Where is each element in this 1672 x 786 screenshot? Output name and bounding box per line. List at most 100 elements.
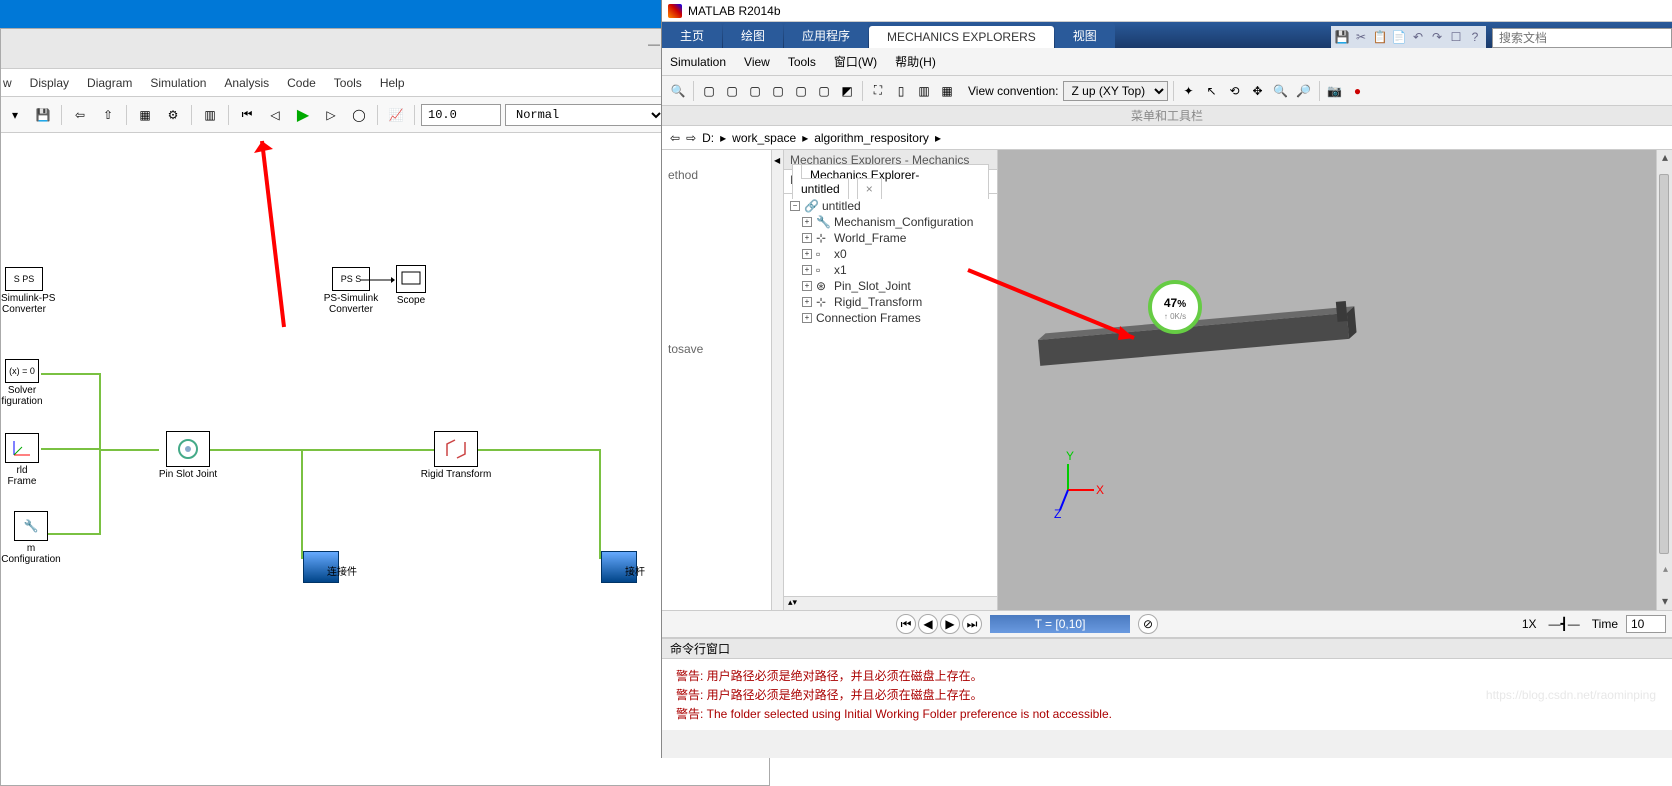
crumb-segment[interactable]: D: (702, 131, 714, 145)
block-subsystem-2[interactable]: 接杆 (579, 551, 659, 583)
tree-item[interactable]: +▫x1 (788, 262, 993, 278)
crumb-segment[interactable]: algorithm_respository (814, 131, 929, 145)
block-solver-config[interactable]: (x) = 0 Solver figuration (1, 359, 43, 407)
zoom-out-icon[interactable]: 🔎 (1294, 81, 1314, 101)
rotate-icon[interactable]: ⟲ (1225, 81, 1245, 101)
open-icon[interactable]: ▾ (3, 103, 27, 127)
scroll-down-icon[interactable]: ▾ (1657, 594, 1672, 610)
camera-icon[interactable]: 📷 (1325, 81, 1345, 101)
gear-icon[interactable]: ⚙ (161, 103, 185, 127)
time-input[interactable] (1626, 615, 1666, 633)
tree-item[interactable]: +⊛Pin_Slot_Joint (788, 278, 993, 294)
paste-icon[interactable]: 📄 (1391, 29, 1407, 45)
view-right-icon[interactable]: ▢ (814, 81, 834, 101)
view-front-icon[interactable]: ▢ (699, 81, 719, 101)
time-slider[interactable]: T = [0,10] (990, 615, 1130, 633)
menu-item[interactable]: View (744, 55, 770, 69)
stop-icon[interactable]: ◯ (347, 103, 371, 127)
tree-item[interactable]: +Connection Frames (788, 310, 993, 326)
zoom-in-icon[interactable]: 🔍 (1271, 81, 1291, 101)
menu-item[interactable]: Tools (788, 55, 816, 69)
menu-item[interactable]: Simulation (150, 76, 206, 90)
save-icon[interactable]: 💾 (31, 103, 55, 127)
block-scope[interactable]: Scope (391, 265, 431, 306)
view-convention-select[interactable]: Z up (XY Top) (1063, 81, 1168, 101)
menu-item[interactable]: 窗口(W) (834, 53, 877, 70)
view-left-icon[interactable]: ▢ (791, 81, 811, 101)
close-tab-icon[interactable]: × (857, 178, 882, 199)
view-iso-icon[interactable]: ◩ (837, 81, 857, 101)
tile1-icon[interactable]: ▯ (891, 81, 911, 101)
redo-icon[interactable]: ↷ (1429, 29, 1445, 45)
menu-item[interactable]: Help (380, 76, 405, 90)
menu-item[interactable]: Display (30, 76, 69, 90)
block-pin-slot-joint[interactable]: Pin Slot Joint (153, 431, 223, 480)
block-simulink-ps-converter[interactable]: S PS Simulink-PS Converter (1, 267, 47, 315)
help-icon[interactable]: ? (1467, 29, 1483, 45)
vertical-scrollbar[interactable]: ▴ ▾ (1656, 150, 1672, 610)
undo-icon[interactable]: ↶ (1410, 29, 1426, 45)
cut-icon[interactable]: ✂ (1353, 29, 1369, 45)
tab-view[interactable]: 视图 (1055, 23, 1115, 48)
crumb-segment[interactable]: work_space (732, 131, 796, 145)
record-icon[interactable]: ● (1348, 81, 1368, 101)
panel-divider[interactable]: ◀ (772, 150, 784, 610)
tree-item[interactable]: +⊹Rigid_Transform (788, 294, 993, 310)
3d-viewer[interactable]: Y X Z 47% ↑ 0K/s ▴ ▾ (998, 150, 1672, 610)
tree-item[interactable]: +🔧Mechanism_Configuration (788, 214, 993, 230)
menu-item[interactable]: Tools (334, 76, 362, 90)
loop-icon[interactable]: ⊘ (1138, 614, 1158, 634)
simulink-titlebar[interactable]: — ☐ ✕ (1, 29, 769, 69)
tree-footer[interactable]: ▴▾ (784, 596, 997, 610)
view-top-icon[interactable]: ▢ (745, 81, 765, 101)
menu-item[interactable]: Code (287, 76, 316, 90)
tree-item-root[interactable]: −🔗untitled (788, 198, 993, 214)
block-rigid-transform[interactable]: Rigid Transform (411, 431, 501, 480)
up-icon[interactable]: ⇧ (96, 103, 120, 127)
tab-home[interactable]: 主页 (662, 23, 722, 48)
fit-icon[interactable]: ⛶ (868, 81, 888, 101)
tab-plots[interactable]: 绘图 (723, 23, 783, 48)
scroll-up-arrow-icon[interactable]: ▴ (1663, 564, 1668, 575)
tree-item[interactable]: +⊹World_Frame (788, 230, 993, 246)
sim-mode-select[interactable]: Normal (505, 104, 665, 126)
tree-tab[interactable]: Mechanics Explorer-untitled× (792, 164, 989, 199)
cursor-icon[interactable]: ↖ (1202, 81, 1222, 101)
save-icon[interactable]: 💾 (1334, 29, 1350, 45)
stop-time-input[interactable] (421, 104, 501, 126)
view-back-icon[interactable]: ▢ (722, 81, 742, 101)
folder-fwd-icon[interactable]: ⇨ (686, 131, 696, 145)
tree-item[interactable]: +▫x0 (788, 246, 993, 262)
menu-item[interactable]: Diagram (87, 76, 132, 90)
expand-icon[interactable]: ◀ (774, 156, 780, 165)
zoom-icon[interactable]: 🔍 (668, 81, 688, 101)
block-world-frame[interactable]: rld Frame (1, 433, 43, 487)
search-docs-input[interactable] (1492, 28, 1672, 48)
copy-icon[interactable]: 📋 (1372, 29, 1388, 45)
scroll-thumb[interactable] (1659, 174, 1669, 554)
block-ps-simulink-converter[interactable]: PS S PS-Simulink Converter (321, 267, 381, 315)
menu-item[interactable]: Analysis (224, 76, 269, 90)
tile4-icon[interactable]: ▦ (937, 81, 957, 101)
explorer-icon[interactable]: ▥ (198, 103, 222, 127)
block-subsystem-1[interactable]: 连接件 (281, 551, 361, 583)
run-button[interactable]: ▶ (291, 103, 315, 127)
tree-list[interactable]: −🔗untitled +🔧Mechanism_Configuration +⊹W… (784, 194, 997, 330)
breadcrumb[interactable]: ⇦ ⇨ D: ▸ work_space ▸ algorithm_resposit… (662, 126, 1672, 150)
step-fwd-icon[interactable]: ⏭ (962, 614, 982, 634)
frames-icon[interactable]: ✦ (1179, 81, 1199, 101)
library-icon[interactable]: ▦ (133, 103, 157, 127)
window-icon[interactable]: ☐ (1448, 29, 1464, 45)
tab-mechanics-explorers[interactable]: MECHANICS EXPLORERS (869, 26, 1054, 48)
matlab-titlebar[interactable]: MATLAB R2014b (662, 0, 1672, 22)
tile2-icon[interactable]: ▥ (914, 81, 934, 101)
back-icon[interactable]: ⇦ (68, 103, 92, 127)
menu-item[interactable]: 帮助(H) (895, 53, 936, 70)
step-prev-icon[interactable]: ◁ (263, 103, 287, 127)
block-mechanism-config[interactable]: 🔧 m Configuration (1, 511, 61, 565)
step-next-icon[interactable]: ▷ (319, 103, 343, 127)
menu-item[interactable]: w (3, 76, 12, 90)
sdi-icon[interactable]: 📈 (384, 103, 408, 127)
menu-item[interactable]: Simulation (670, 55, 726, 69)
simulink-canvas[interactable]: S PS Simulink-PS Converter PS S PS-Simul… (1, 133, 769, 753)
